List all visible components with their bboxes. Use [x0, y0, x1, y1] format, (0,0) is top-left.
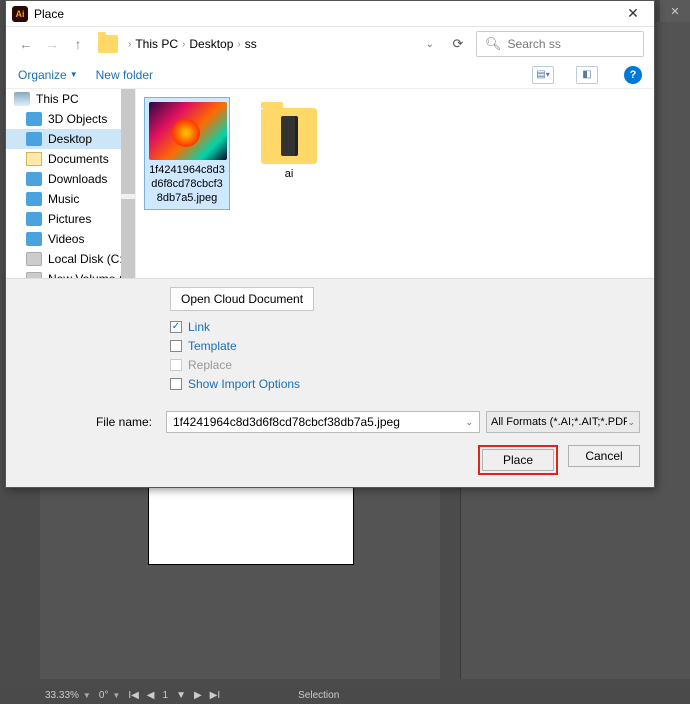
- organize-menu[interactable]: Organize ▼: [18, 68, 78, 82]
- chevron-right-icon: ›: [182, 39, 185, 50]
- folder-icon: [98, 35, 118, 53]
- folder-icon: [26, 112, 42, 126]
- host-close-icon[interactable]: ✕: [660, 0, 690, 22]
- search-icon: 🔍︎: [485, 36, 502, 52]
- image-thumbnail: [149, 102, 227, 160]
- chevron-right-icon: ›: [237, 39, 240, 50]
- tree-item-this-pc[interactable]: This PC: [6, 89, 135, 109]
- template-checkbox[interactable]: [170, 340, 182, 352]
- help-icon[interactable]: ?: [624, 66, 642, 84]
- nav-next-icon[interactable]: ▶: [194, 690, 202, 701]
- nav-first-icon[interactable]: I◀: [128, 690, 138, 701]
- file-item-selected[interactable]: 1f4241964c8d3d6f8cd78cbcf38db7a5.jpeg: [144, 97, 230, 210]
- place-button[interactable]: Place: [482, 449, 554, 471]
- folder-icon: [261, 108, 317, 164]
- chevron-down-icon: ▼: [112, 691, 120, 700]
- navigation-tree[interactable]: This PC 3D Objects Desktop Documents Dow…: [6, 89, 136, 278]
- chevron-down-icon[interactable]: ⌄: [465, 417, 473, 428]
- preview-pane-icon[interactable]: ◧: [576, 66, 598, 84]
- link-label[interactable]: Link: [188, 320, 210, 334]
- filename-input[interactable]: 1f4241964c8d3d6f8cd78cbcf38db7a5.jpeg ⌄: [166, 411, 480, 433]
- open-cloud-document-button[interactable]: Open Cloud Document: [170, 287, 314, 311]
- dialog-toolbar: Organize ▼ New folder ▤ ▾ ◧ ?: [6, 61, 654, 89]
- status-mode: Selection: [298, 690, 339, 701]
- pc-icon: [14, 92, 30, 106]
- link-checkbox[interactable]: [170, 321, 182, 333]
- template-label[interactable]: Template: [188, 339, 237, 353]
- tree-item-desktop[interactable]: Desktop: [6, 129, 135, 149]
- show-import-options-label[interactable]: Show Import Options: [188, 377, 300, 391]
- chevron-down-icon: ⌄: [627, 417, 635, 428]
- scrollbar-thumb[interactable]: [121, 89, 135, 194]
- tree-item[interactable]: Music: [6, 189, 135, 209]
- file-label: 1f4241964c8d3d6f8cd78cbcf38db7a5.jpeg: [149, 164, 225, 205]
- file-item-folder[interactable]: ai: [246, 97, 332, 187]
- nav-last-icon[interactable]: ▶I: [210, 690, 220, 701]
- breadcrumb[interactable]: › This PC › Desktop › ss: [128, 37, 257, 51]
- cancel-button[interactable]: Cancel: [568, 445, 640, 467]
- tree-scrollbar[interactable]: [121, 89, 135, 278]
- refresh-icon[interactable]: ⟳: [446, 36, 470, 52]
- file-type-filter[interactable]: All Formats (*.AI;*.AIT;*.PDF;*.D ⌄: [486, 411, 640, 433]
- filename-row: File name: 1f4241964c8d3d6f8cd78cbcf38db…: [6, 405, 654, 439]
- forward-icon[interactable]: →: [42, 34, 62, 54]
- tree-item[interactable]: Documents: [6, 149, 135, 169]
- tree-item[interactable]: 3D Objects: [6, 109, 135, 129]
- tree-item[interactable]: Local Disk (C:): [6, 249, 135, 269]
- up-icon[interactable]: ↑: [68, 34, 88, 54]
- replace-checkbox: [170, 359, 182, 371]
- tree-item[interactable]: Downloads: [6, 169, 135, 189]
- folder-icon: [26, 152, 42, 166]
- dialog-title: Place: [34, 7, 64, 21]
- zoom-level[interactable]: 33.33% ▼: [45, 690, 91, 701]
- back-icon[interactable]: ←: [16, 34, 36, 54]
- scrollbar-thumb[interactable]: [121, 199, 135, 278]
- chevron-right-icon: ›: [128, 39, 131, 50]
- folder-icon: [26, 172, 42, 186]
- show-import-options-checkbox[interactable]: [170, 378, 182, 390]
- status-bar: 33.33% ▼ 0° ▼ I◀ ◀ 1 ▼ ▶ ▶I Selection: [0, 687, 690, 704]
- chevron-down-icon[interactable]: ▼: [176, 690, 186, 701]
- search-input[interactable]: 🔍︎ Search ss: [476, 31, 644, 57]
- rotation[interactable]: 0° ▼: [99, 690, 120, 701]
- breadcrumb-segment[interactable]: ss: [245, 37, 257, 51]
- illustrator-icon: Ai: [12, 6, 28, 22]
- place-button-highlight: Place: [478, 445, 558, 475]
- address-bar-row: ← → ↑ › This PC › Desktop › ss ⌄ ⟳ 🔍︎ Se…: [6, 27, 654, 61]
- view-options-icon[interactable]: ▤ ▾: [532, 66, 554, 84]
- new-folder-button[interactable]: New folder: [96, 68, 153, 82]
- breadcrumb-segment[interactable]: Desktop: [189, 37, 233, 51]
- breadcrumb-segment[interactable]: This PC: [135, 37, 178, 51]
- disk-icon: [26, 252, 42, 266]
- place-options: Open Cloud Document Link Template Replac…: [6, 278, 654, 405]
- filename-label: File name:: [20, 415, 160, 429]
- chevron-down-icon: ▼: [83, 691, 91, 700]
- folder-icon: [26, 212, 42, 226]
- folder-icon: [26, 232, 42, 246]
- tree-item[interactable]: New Volume (D:: [6, 269, 135, 278]
- page-number[interactable]: 1: [163, 690, 169, 701]
- file-list[interactable]: 1f4241964c8d3d6f8cd78cbcf38db7a5.jpeg ai: [136, 89, 654, 278]
- nav-prev-icon[interactable]: ◀: [147, 690, 155, 701]
- folder-icon: [26, 132, 42, 146]
- disk-icon: [26, 272, 42, 278]
- chevron-down-icon: ▼: [70, 70, 78, 79]
- tree-item[interactable]: Videos: [6, 229, 135, 249]
- close-icon[interactable]: ✕: [618, 4, 648, 24]
- dialog-buttons: Place Cancel: [6, 439, 654, 487]
- place-dialog: Ai Place ✕ ← → ↑ › This PC › Desktop › s…: [5, 0, 655, 488]
- dialog-titlebar: Ai Place ✕: [6, 1, 654, 27]
- replace-label: Replace: [188, 358, 232, 372]
- address-dropdown-icon[interactable]: ⌄: [420, 39, 440, 50]
- search-placeholder: Search ss: [508, 37, 561, 51]
- file-label: ai: [251, 168, 327, 182]
- tree-item[interactable]: Pictures: [6, 209, 135, 229]
- folder-icon: [26, 192, 42, 206]
